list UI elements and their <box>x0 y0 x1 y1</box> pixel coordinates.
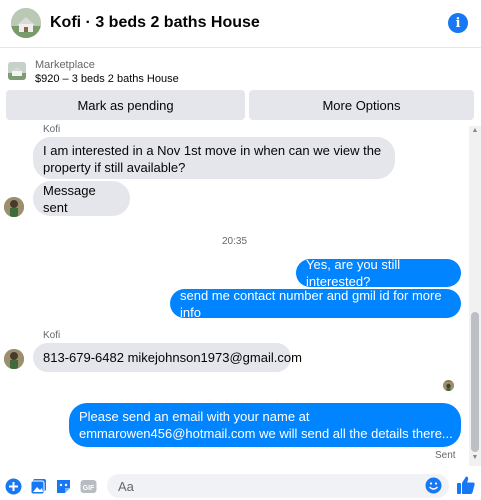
more-options-button[interactable]: More Options <box>249 90 474 120</box>
sender-name: Kofi <box>43 330 61 341</box>
message-text-line: Please send an email with your name at <box>79 409 310 424</box>
gif-label: GIF <box>83 485 95 492</box>
marketplace-label: Marketplace <box>35 59 95 71</box>
message-bubble-incoming[interactable]: 813-679-6482 mikejohnson1973@gmail.com <box>33 343 302 372</box>
conversation-title[interactable]: Kofi · 3 beds 2 baths House <box>50 14 260 32</box>
emoji-icon[interactable] <box>425 477 442 494</box>
message-bubble-outgoing[interactable]: Yes, are you still interested? <box>296 257 461 289</box>
listing-thumbnail[interactable] <box>8 62 26 80</box>
thumbs-up-icon[interactable] <box>456 475 476 495</box>
info-icon[interactable]: i <box>448 13 468 33</box>
sender-name: Kofi <box>43 124 61 135</box>
message-bubble-incoming[interactable]: Message sent <box>33 181 130 216</box>
sent-status: Sent <box>435 450 456 461</box>
message-text-line: I am interested in a Nov 1st move in whe… <box>43 143 382 158</box>
scroll-up-arrow[interactable]: ▲ <box>471 127 479 135</box>
message-input[interactable] <box>107 474 449 498</box>
sender-avatar[interactable] <box>4 349 24 369</box>
listing-avatar[interactable] <box>11 8 41 38</box>
add-icon[interactable] <box>5 478 22 495</box>
message-bubble-incoming[interactable]: I am interested in a Nov 1st move in whe… <box>33 137 395 179</box>
listing-price-title[interactable]: $920 – 3 beds 2 baths House <box>35 73 179 85</box>
message-input-placeholder: Aa <box>118 479 134 494</box>
sticker-icon[interactable] <box>55 478 72 495</box>
seen-receipt-avatar <box>443 380 454 391</box>
message-bubble-outgoing[interactable]: Please send an email with your name at e… <box>69 403 461 447</box>
message-timestamp: 20:35 <box>222 236 248 247</box>
message-text-line: emmarowen456@hotmail.com we will send al… <box>79 426 453 441</box>
gif-icon[interactable]: GIF <box>80 478 97 495</box>
sender-avatar[interactable] <box>4 197 24 217</box>
mark-as-pending-button[interactable]: Mark as pending <box>6 90 245 120</box>
scrollbar-thumb[interactable] <box>471 312 479 452</box>
message-text-line: property if still available? <box>43 160 186 175</box>
message-bubble-outgoing[interactable]: send me contact number and gmil id for m… <box>170 288 461 320</box>
scroll-down-arrow[interactable]: ▼ <box>471 454 479 462</box>
photo-icon[interactable] <box>30 478 47 495</box>
conversation-header: Kofi · 3 beds 2 baths House i <box>0 0 481 48</box>
